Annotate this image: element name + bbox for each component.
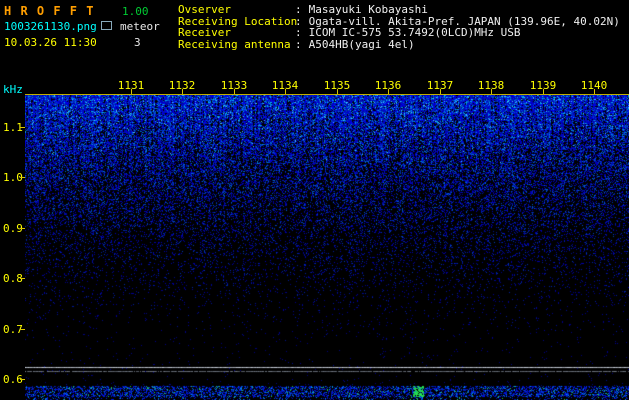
time-tick (491, 89, 492, 94)
hrofft-screen: H R O F F T 1.00 1003261130.png meteor 1… (0, 0, 629, 400)
time-tick (131, 89, 132, 94)
time-tick (234, 89, 235, 94)
freq-tick (20, 278, 25, 279)
spectrogram-canvas (25, 95, 629, 400)
freq-unit-label: kHz (3, 83, 23, 96)
time-tick (440, 89, 441, 94)
time-tick (388, 89, 389, 94)
time-tick (285, 89, 286, 94)
freq-tick (20, 177, 25, 178)
freq-tick (20, 228, 25, 229)
time-tick (543, 89, 544, 94)
spectrogram-plot: kHz 1131 1132 1133 1134 1135 1136 1137 1… (0, 0, 629, 400)
time-tick (594, 89, 595, 94)
time-tick (337, 89, 338, 94)
time-tick (182, 89, 183, 94)
time-axis-line (25, 94, 629, 95)
freq-tick (20, 379, 25, 380)
freq-tick (20, 329, 25, 330)
freq-tick (20, 127, 25, 128)
